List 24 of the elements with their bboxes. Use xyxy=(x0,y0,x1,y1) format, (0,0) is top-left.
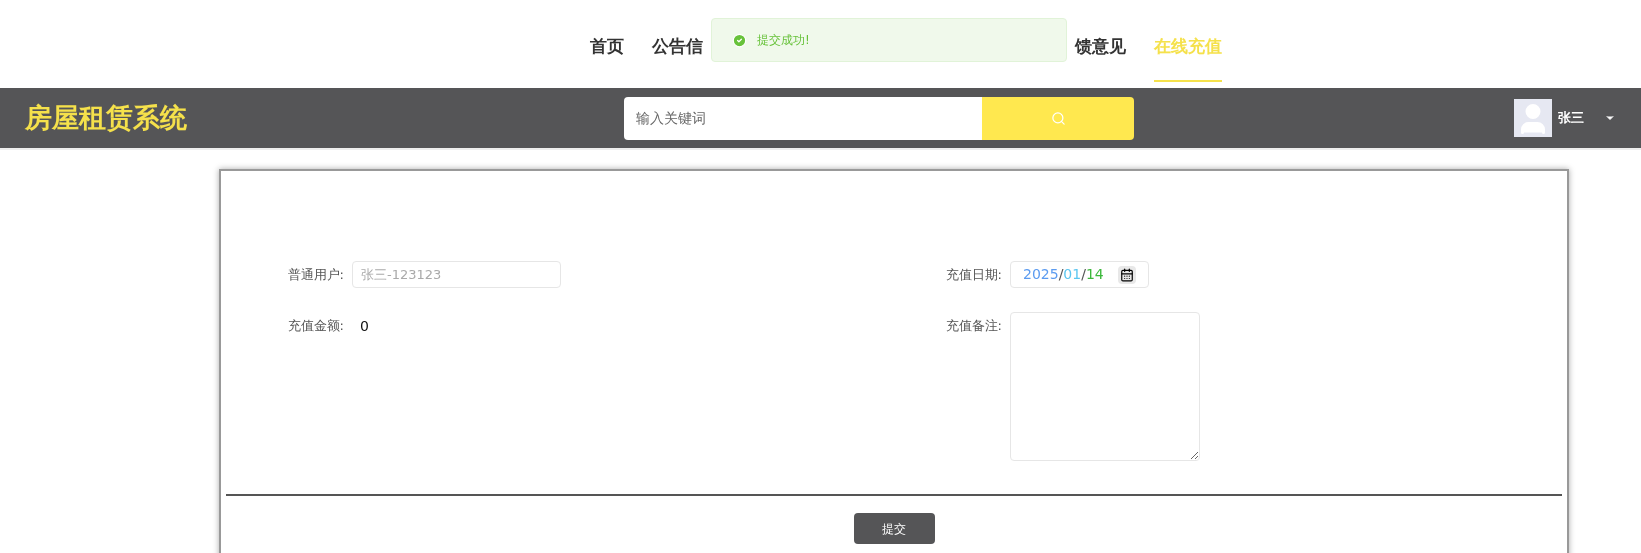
amount-field[interactable]: 0 xyxy=(352,312,561,339)
remark-field[interactable] xyxy=(1010,312,1200,461)
check-icon xyxy=(732,32,747,48)
nav-link[interactable]: 首页 xyxy=(590,34,624,82)
search-icon xyxy=(1050,110,1066,126)
calendar-icon[interactable] xyxy=(1118,265,1136,284)
field-label: 充值金额: xyxy=(286,317,344,335)
search-field[interactable]: 输入关键词 xyxy=(624,96,982,140)
field-label: 充值备注: xyxy=(944,317,1002,335)
toast-message: 提交成功! xyxy=(757,32,810,49)
date-day: 14 xyxy=(1085,264,1104,285)
nav-link[interactable]: 馈意见 xyxy=(1075,34,1126,82)
date-separator: / xyxy=(1058,265,1064,284)
submit-button[interactable]: 提交 xyxy=(853,513,935,544)
date-separator: / xyxy=(1081,265,1086,284)
date-month: 01 xyxy=(1063,265,1082,284)
field-label: 普通用户: xyxy=(286,266,344,284)
field-label: 充值日期: xyxy=(944,266,1002,284)
search-button[interactable] xyxy=(982,96,1134,140)
site-logo: 房屋租赁系统 xyxy=(25,100,188,135)
user-name[interactable]: 张三 xyxy=(1558,108,1584,128)
date-year: 2025 xyxy=(1023,265,1059,284)
nav-link[interactable]: 公告信 xyxy=(652,34,703,82)
date-field[interactable]: 2025/01/14 xyxy=(1010,261,1149,288)
